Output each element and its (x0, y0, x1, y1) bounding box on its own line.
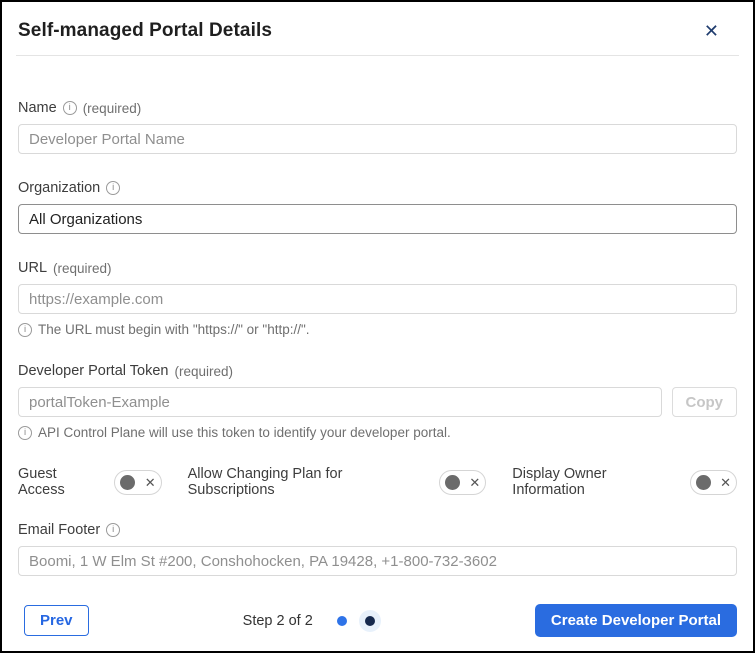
create-developer-portal-button[interactable]: Create Developer Portal (535, 604, 737, 637)
toggle-knob (696, 475, 711, 490)
token-row: Copy (18, 387, 737, 417)
url-helper: i The URL must begin with "https://" or … (18, 322, 737, 337)
toggle-knob (445, 475, 460, 490)
token-field-group: Developer Portal Token (required) Copy i… (18, 363, 737, 440)
step-dot-2-current (365, 616, 375, 626)
step-dot-2-halo (359, 610, 381, 632)
name-label-text: Name (18, 100, 57, 116)
step-dots (337, 610, 381, 632)
guest-access-label: Guest Access (18, 466, 105, 498)
info-icon[interactable]: i (106, 181, 120, 195)
allow-changing-plan-toggle-item: Allow Changing Plan for Subscriptions ✕ (188, 466, 487, 498)
info-icon[interactable]: i (63, 101, 77, 115)
name-field-group: Name i (required) (18, 100, 737, 154)
copy-button[interactable]: Copy (672, 387, 738, 417)
name-input[interactable] (18, 124, 737, 154)
url-field-group: URL (required) i The URL must begin with… (18, 260, 737, 337)
token-helper-text: API Control Plane will use this token to… (38, 425, 451, 440)
guest-access-toggle-item: Guest Access ✕ (18, 466, 162, 498)
modal-body: Name i (required) Organization i URL (re… (2, 56, 753, 602)
organization-label: Organization i (18, 180, 737, 196)
page-title: Self-managed Portal Details (18, 18, 272, 42)
organization-field-group: Organization i (18, 180, 737, 234)
toggle-off-icon: ✕ (720, 476, 731, 489)
step-text: Step 2 of 2 (243, 613, 313, 629)
display-owner-info-toggle-item: Display Owner Information ✕ (512, 466, 737, 498)
name-required-text: (required) (83, 101, 142, 116)
url-label: URL (required) (18, 260, 737, 276)
url-label-text: URL (18, 260, 47, 276)
allow-changing-plan-label: Allow Changing Plan for Subscriptions (188, 466, 430, 498)
step-indicator: Step 2 of 2 (89, 610, 535, 632)
close-icon[interactable]: ✕ (700, 20, 723, 42)
display-owner-info-label: Display Owner Information (512, 466, 680, 498)
token-label-text: Developer Portal Token (18, 363, 168, 379)
display-owner-info-toggle[interactable]: ✕ (690, 470, 737, 495)
url-input[interactable] (18, 284, 737, 314)
name-label: Name i (required) (18, 100, 737, 116)
email-footer-input[interactable] (18, 546, 737, 576)
prev-button[interactable]: Prev (24, 605, 89, 636)
guest-access-toggle[interactable]: ✕ (114, 470, 161, 495)
token-input[interactable] (18, 387, 662, 417)
token-label: Developer Portal Token (required) (18, 363, 737, 379)
info-icon: i (18, 426, 32, 440)
email-footer-label-text: Email Footer (18, 522, 100, 538)
toggle-knob (120, 475, 135, 490)
url-helper-text: The URL must begin with "https://" or "h… (38, 322, 310, 337)
allow-changing-plan-toggle[interactable]: ✕ (439, 470, 486, 495)
self-managed-portal-details-modal: Self-managed Portal Details ✕ Name i (re… (0, 0, 755, 653)
organization-label-text: Organization (18, 180, 100, 196)
modal-header: Self-managed Portal Details ✕ (2, 2, 753, 42)
step-dot-1 (337, 616, 347, 626)
token-required-text: (required) (174, 364, 233, 379)
organization-input[interactable] (18, 204, 737, 234)
info-icon[interactable]: i (106, 523, 120, 537)
toggle-off-icon: ✕ (145, 476, 156, 489)
email-footer-label: Email Footer i (18, 522, 737, 538)
info-icon: i (18, 323, 32, 337)
token-helper: i API Control Plane will use this token … (18, 425, 737, 440)
url-required-text: (required) (53, 261, 112, 276)
toggle-off-icon: ✕ (469, 476, 480, 489)
email-footer-field-group: Email Footer i (18, 522, 737, 576)
modal-footer: Prev Step 2 of 2 Create Developer Portal (2, 604, 753, 653)
toggles-row: Guest Access ✕ Allow Changing Plan for S… (18, 466, 737, 498)
